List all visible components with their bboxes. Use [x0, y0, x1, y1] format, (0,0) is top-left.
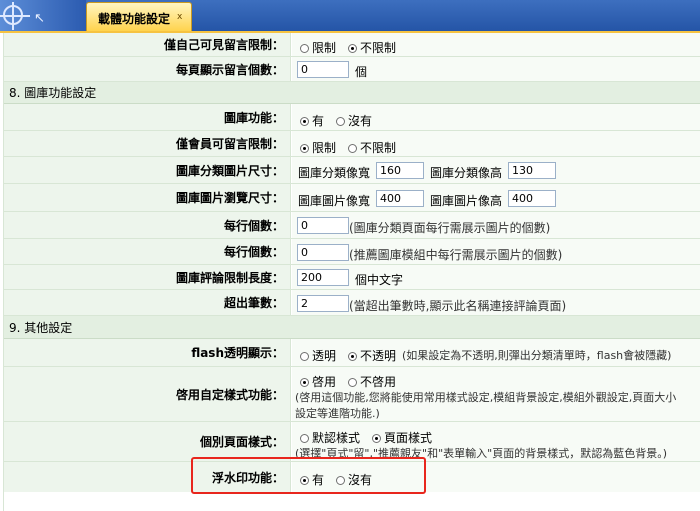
highlight-box: [191, 457, 426, 494]
category-width-label: 圖庫分類像寬: [298, 166, 371, 180]
label-per-row-count-1: 每行個數：: [3, 212, 291, 238]
label-comment-length: 圖庫評論限制長度：: [3, 265, 291, 289]
label-member-comment-limit: 僅會員可留言限制：: [3, 131, 291, 156]
row-per-row-count-2: 每行個數： 0 (推薦圖庫模組中每行需展示圖片的個數): [3, 239, 700, 265]
close-icon[interactable]: ⅹ: [177, 12, 182, 22]
per-row-count-2-input[interactable]: 0: [297, 244, 349, 261]
label-page-style: 個別頁面樣式：: [3, 422, 291, 461]
label-overflow-count: 超出筆數：: [3, 290, 291, 315]
radio-flash-transparent[interactable]: 透明: [300, 347, 336, 364]
unit-label: 個: [355, 65, 368, 79]
row-overflow-count: 超出筆數： 2 (當超出筆數時,顯示此名稱連接評論頁面): [3, 290, 700, 316]
radio-gallery-yes[interactable]: 有: [300, 112, 324, 129]
custom-style-note-line1: (啓用這個功能,您將能使用常用樣式設定,模組背景設定,模組外觀設定,頁面大小: [295, 391, 677, 404]
left-border: [3, 33, 4, 511]
row-comment-length: 圖庫評論限制長度： 200 個中文字: [3, 265, 700, 290]
radio-member-limit[interactable]: 限制: [300, 139, 336, 156]
top-tab-bar: ↖ 載體功能設定 ⅹ: [0, 0, 700, 32]
row-custom-style: 啓用自定樣式功能： 啓用 不啓用 (啓用這個功能,您將能使用常用樣式設定,模組背…: [3, 367, 700, 422]
radio-gallery-no[interactable]: 沒有: [336, 112, 372, 129]
row-flash-transparency: flash透明顯示： 透明 不透明 (如果設定為不透明,則彈出分類清單時，fla…: [3, 339, 700, 367]
row-member-comment-limit: 僅會員可留言限制： 限制 不限制: [3, 131, 700, 157]
section-header-gallery: 8. 圖庫功能設定: [3, 82, 700, 104]
label-comments-per-page: 每頁顯示留言個數：: [3, 57, 291, 81]
radio-page-style[interactable]: 頁面樣式: [372, 429, 432, 446]
view-height-label: 圖庫圖片像高: [430, 194, 503, 208]
comment-length-input[interactable]: 200: [297, 269, 349, 286]
category-height-label: 圖庫分類像高: [430, 166, 503, 180]
view-width-input[interactable]: 400: [376, 190, 424, 207]
tab-carrier-settings[interactable]: 載體功能設定 ⅹ: [86, 2, 192, 31]
radio-custom-style-enable[interactable]: 啓用: [300, 373, 336, 390]
radio-self-comment-nolimit[interactable]: 不限制: [348, 39, 396, 56]
radio-flash-opaque[interactable]: 不透明: [348, 347, 396, 364]
label-flash-transparency: flash透明顯示：: [3, 339, 291, 366]
row-category-image-size: 圖庫分類圖片尺寸： 圖庫分類像寬 160 圖庫分類像高 130: [3, 157, 700, 184]
overflow-count-input[interactable]: 2: [297, 295, 349, 312]
radio-self-comment-limit[interactable]: 限制: [300, 39, 336, 56]
per-row-count-1-note: (圖庫分類頁面每行需展示圖片的個數): [349, 221, 551, 235]
overflow-count-note: (當超出筆數時,顯示此名稱連接評論頁面): [349, 299, 567, 313]
label-self-comment-limit: 僅自己可見留言限制：: [3, 33, 291, 56]
row-view-image-size: 圖庫圖片瀏覽尺寸： 圖庫圖片像寬 400 圖庫圖片像高 400: [3, 184, 700, 212]
comment-length-unit: 個中文字: [355, 273, 404, 287]
comments-per-page-input[interactable]: 0: [297, 61, 349, 78]
view-height-input[interactable]: 400: [508, 190, 556, 207]
flash-note: (如果設定為不透明,則彈出分類清單時，flash會被隱藏): [402, 349, 672, 362]
label-custom-style: 啓用自定樣式功能：: [3, 367, 291, 421]
row-per-row-count-1: 每行個數： 0 (圖庫分類頁面每行需展示圖片的個數): [3, 212, 700, 239]
row-gallery-function: 圖庫功能： 有 沒有: [3, 104, 700, 131]
category-width-input[interactable]: 160: [376, 162, 424, 179]
radio-custom-style-disable[interactable]: 不啓用: [348, 373, 396, 390]
per-row-count-1-input[interactable]: 0: [297, 217, 349, 234]
view-width-label: 圖庫圖片像寬: [298, 194, 371, 208]
label-view-image-size: 圖庫圖片瀏覽尺寸：: [3, 184, 291, 211]
row-self-comment-limit: 僅自己可見留言限制： 限制 不限制: [3, 33, 700, 57]
section-header-other: 9. 其他設定: [3, 316, 700, 339]
row-page-style: 個別頁面樣式： 默認樣式 頁面樣式 (選擇"頁式"留","推薦親友"和"表單輸入…: [3, 422, 700, 462]
custom-style-note-line2: 設定等進階功能.): [295, 407, 380, 420]
label-gallery-function: 圖庫功能：: [3, 104, 291, 130]
row-comments-per-page: 每頁顯示留言個數： 0 個: [3, 57, 700, 82]
per-row-count-2-note: (推薦圖庫模組中每行需展示圖片的個數): [349, 248, 563, 262]
tab-label: 載體功能設定: [98, 12, 171, 26]
category-height-input[interactable]: 130: [508, 162, 556, 179]
cursor-arrow-icon: ↖: [34, 11, 45, 26]
radio-member-nolimit[interactable]: 不限制: [348, 139, 396, 156]
app-logo: ↖: [0, 0, 86, 32]
radio-default-style[interactable]: 默認樣式: [300, 429, 360, 446]
label-category-image-size: 圖庫分類圖片尺寸：: [3, 157, 291, 183]
label-per-row-count-2: 每行個數：: [3, 239, 291, 264]
